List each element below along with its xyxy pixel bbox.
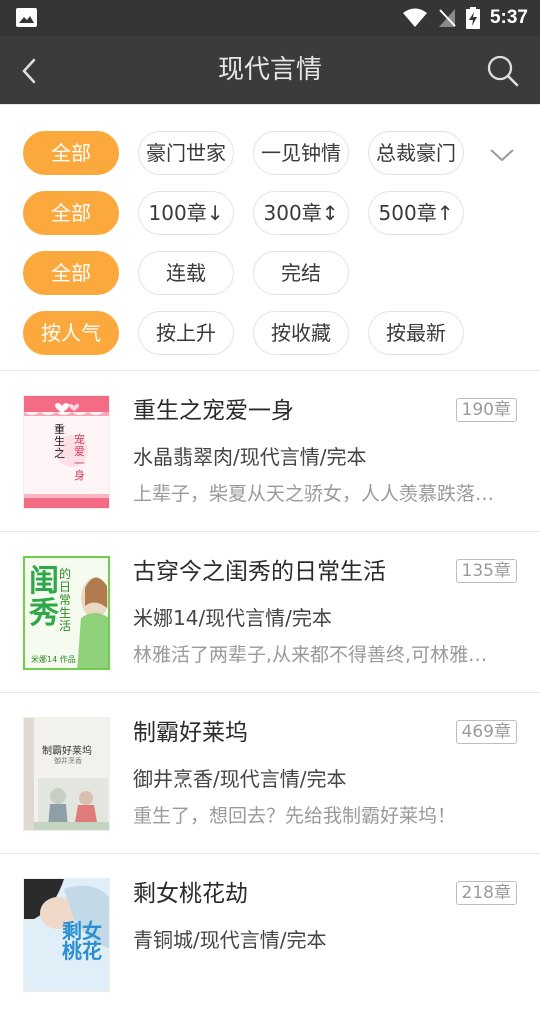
sort-rising[interactable]: 按上升 <box>138 311 234 355</box>
search-icon[interactable] <box>486 54 520 88</box>
filter-length-all[interactable]: 全部 <box>23 191 119 235</box>
filter-status-serializing[interactable]: 连载 <box>138 251 234 295</box>
sort-newest[interactable]: 按最新 <box>368 311 464 355</box>
book-item[interactable]: 剩女 桃花 剩女桃花劫 青铜城/现代言情/完本 218章 <box>0 854 540 1015</box>
cover-author: 御井烹香 <box>54 757 82 765</box>
filter-category-all[interactable]: 全部 <box>23 131 119 175</box>
book-title: 重生之宠爱一身 <box>133 398 294 424</box>
filter-length-500[interactable]: 500章↑ <box>368 191 464 235</box>
chapter-count-badge: 218章 <box>455 881 517 905</box>
book-cover: 制霸好莱坞 御井烹香 <box>23 717 110 831</box>
book-cover: 剩女 桃花 <box>23 878 110 992</box>
status-bar: 5:37 <box>0 0 540 36</box>
cover-title-right: 宠爱一身 <box>74 433 85 482</box>
book-meta: 御井烹香/现代言情/完本 <box>133 767 347 791</box>
chevron-down-icon[interactable] <box>488 145 516 165</box>
filter-panel: 全部 豪门世家 一见钟情 总裁豪门 全部 100章↓ 300章↕ 500章↑ 全… <box>0 104 540 370</box>
book-meta: 水晶翡翠肉/现代言情/完本 <box>133 445 367 469</box>
battery-charging-icon <box>465 7 480 29</box>
sort-favorites[interactable]: 按收藏 <box>253 311 349 355</box>
cover-author: 米娜14 作品 <box>31 655 76 664</box>
no-signal-icon <box>438 9 456 27</box>
book-meta: 青铜城/现代言情/完本 <box>133 928 327 952</box>
status-time: 5:37 <box>489 7 528 28</box>
book-cover: 闺秀 的日常生活 米娜14 作品 <box>23 556 110 670</box>
filter-status-completed[interactable]: 完结 <box>253 251 349 295</box>
book-title: 制霸好莱坞 <box>133 720 248 746</box>
app-bar: 现代言情 <box>0 36 540 104</box>
sort-popularity[interactable]: 按人气 <box>23 311 119 355</box>
chapter-count-badge: 469章 <box>455 720 517 744</box>
chapter-count-badge: 135章 <box>455 559 517 583</box>
filter-category-love-at-first-sight[interactable]: 一见钟情 <box>253 131 349 175</box>
filter-category-ceo[interactable]: 总裁豪门 <box>368 131 464 175</box>
filter-length-100[interactable]: 100章↓ <box>138 191 234 235</box>
cover-subtitle: 的日常生活 <box>59 567 72 633</box>
book-title: 古穿今之闺秀的日常生活 <box>133 559 386 585</box>
page-title: 现代言情 <box>217 55 322 85</box>
filter-status-all[interactable]: 全部 <box>23 251 119 295</box>
book-item[interactable]: 重生之 宠爱一身 重生之宠爱一身 水晶翡翠肉/现代言情/完本 上辈子，柴夏从天之… <box>0 371 540 532</box>
chapter-count-badge: 190章 <box>455 398 517 422</box>
filter-length-300[interactable]: 300章↕ <box>253 191 349 235</box>
filter-category-wealthy-family[interactable]: 豪门世家 <box>138 131 234 175</box>
book-description: 重生了，想回去？先给我制霸好莱坞！ <box>133 805 457 827</box>
cover-title: 剩女 桃花 <box>62 919 102 963</box>
cover-title: 制霸好莱坞 <box>42 746 92 757</box>
book-item[interactable]: 制霸好莱坞 御井烹香 制霸好莱坞 御井烹香/现代言情/完本 重生了，想回去？先给… <box>0 693 540 854</box>
book-description: 上辈子，柴夏从天之骄女，人人羡慕跌落尘埃… <box>133 483 508 505</box>
book-cover: 重生之 宠爱一身 <box>23 395 110 509</box>
wifi-icon <box>402 8 427 27</box>
book-description: 林雅活了两辈子,从来都不得善终,可林雅… <box>133 644 488 666</box>
cover-title: 闺秀 <box>29 564 59 631</box>
cover-title-left: 重生之 <box>54 423 65 460</box>
book-item[interactable]: 闺秀 的日常生活 米娜14 作品 古穿今之闺秀的日常生活 米娜14/现代言情/完… <box>0 532 540 693</box>
book-title: 剩女桃花劫 <box>133 881 248 907</box>
book-meta: 米娜14/现代言情/完本 <box>133 606 332 630</box>
image-icon <box>16 8 37 27</box>
